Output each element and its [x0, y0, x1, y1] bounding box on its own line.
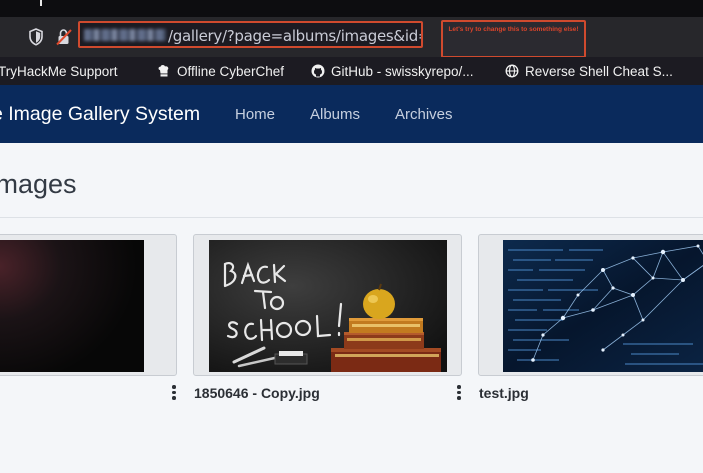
- github-icon: [311, 64, 325, 78]
- network-code-image[interactable]: [503, 240, 703, 372]
- nav-archives-link[interactable]: Archives: [395, 106, 453, 123]
- bookmark-offline-cyberchef[interactable]: Offline CyberChef: [157, 63, 284, 79]
- bookmark-reverse-shell-cheat-sheet[interactable]: Reverse Shell Cheat S...: [505, 63, 673, 79]
- image-card[interactable]: [193, 234, 462, 376]
- bookmarks-bar: TryHackMe Support Offline CyberChef GitH…: [0, 57, 703, 85]
- bookmark-label: Reverse Shell Cheat S...: [525, 63, 673, 79]
- bookmark-label: TryHackMe Support: [0, 63, 118, 79]
- redacted-host: [84, 29, 166, 41]
- url-bar[interactable]: /gallery/?page=albums/images&id=2: [78, 21, 423, 48]
- browser-toolbar: /gallery/?page=albums/images&id=2 Let's …: [0, 17, 703, 58]
- page-title: Images: [0, 169, 77, 199]
- insecure-lock-icon[interactable]: [56, 28, 72, 46]
- image-caption[interactable]: test.jpg: [479, 385, 529, 401]
- image-card[interactable]: [478, 234, 703, 376]
- image-card[interactable]: [0, 234, 177, 376]
- bookmark-label: GitHub - swisskyrepo/...: [331, 63, 474, 79]
- cyberchef-icon: [158, 65, 169, 77]
- annotation-note: Let's try to change this to something el…: [441, 20, 586, 58]
- globe-icon: [505, 64, 519, 78]
- tab-edge: [40, 0, 42, 6]
- bookmark-tryhackme-support[interactable]: TryHackMe Support: [0, 63, 118, 79]
- bookmark-label: Offline CyberChef: [177, 63, 285, 79]
- brand-title[interactable]: e Image Gallery System: [0, 103, 200, 126]
- back-to-school-chalkboard-image[interactable]: [209, 240, 447, 372]
- site-navbar: e Image Gallery System Home Albums Archi…: [0, 85, 703, 143]
- nav-albums-link[interactable]: Albums: [310, 106, 360, 123]
- image-caption[interactable]: 1850646 - Copy.jpg: [194, 385, 320, 401]
- dark-gradient-image[interactable]: [0, 240, 144, 372]
- url-text[interactable]: /gallery/?page=albums/images&id=2: [168, 27, 421, 45]
- shield-icon[interactable]: [28, 28, 44, 46]
- title-divider: [0, 217, 703, 218]
- bookmark-github-swisskyrepo[interactable]: GitHub - swisskyrepo/...: [311, 63, 474, 79]
- nav-home-link[interactable]: Home: [235, 106, 275, 123]
- kebab-menu-icon[interactable]: [456, 385, 462, 403]
- browser-tab-strip: [0, 0, 703, 17]
- kebab-menu-icon[interactable]: [171, 385, 177, 403]
